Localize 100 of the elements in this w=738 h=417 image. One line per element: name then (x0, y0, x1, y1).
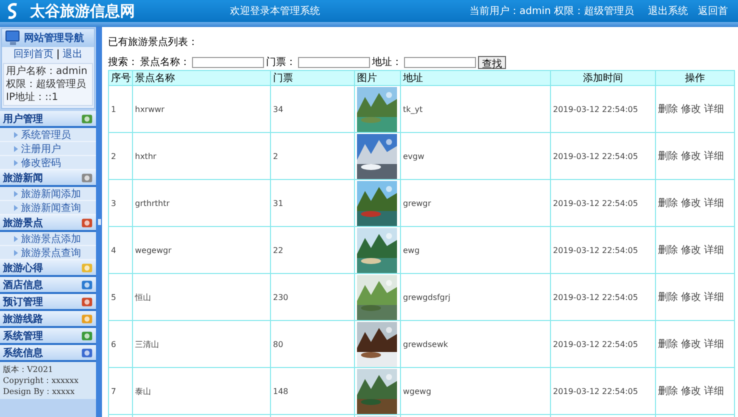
table-cell: tk_yt (400, 86, 550, 132)
footer-text: Design By：xxxxx (3, 386, 76, 397)
action-link[interactable]: 修改 (681, 290, 701, 304)
bullet-icon (14, 204, 18, 210)
bullet-icon (14, 132, 18, 138)
table-cell: 230 (270, 274, 354, 320)
emblem-icon (81, 262, 93, 274)
search-button[interactable]: 查找 (478, 56, 506, 68)
action-link[interactable]: 删除 (658, 102, 678, 116)
action-link[interactable]: 删除 (658, 196, 678, 210)
menu-item[interactable]: 旅游新闻添加 (0, 187, 96, 201)
action-link[interactable]: 删除 (658, 290, 678, 304)
emblem-icon (81, 216, 93, 228)
menu-item[interactable]: 旅游景点添加 (0, 232, 96, 246)
menu-item[interactable]: 注册用户 (0, 142, 96, 156)
table-cell: 泰山 (132, 368, 270, 414)
action-link[interactable]: 修改 (681, 384, 701, 398)
column-header: 序号 (108, 70, 132, 86)
bullet-icon (14, 146, 18, 152)
table-cell: grewgr (400, 180, 550, 226)
action-link[interactable]: 详细 (704, 243, 724, 257)
list-title: 已有旅游景点列表： (108, 36, 199, 49)
menu-section[interactable]: 系统管理 (0, 328, 96, 345)
search-label: 搜索： (108, 56, 138, 69)
table-cell: ewg (400, 226, 550, 274)
menu-section[interactable]: 酒店信息 (0, 277, 96, 294)
table-cell: 3 (108, 180, 132, 226)
footer-text: 版本：V2021 (3, 364, 54, 375)
table-cell: grewdsewk (400, 320, 550, 368)
column-header: 门票 (270, 70, 354, 86)
action-link[interactable]: 详细 (704, 337, 724, 351)
table-cell: 31 (270, 180, 354, 226)
field-label: 景点名称： (140, 56, 190, 69)
table-cell: 6 (108, 320, 132, 368)
table-cell: 4 (108, 226, 132, 274)
menu-section[interactable]: 用户管理 (0, 111, 96, 128)
emblem-icon (81, 112, 93, 124)
menu-section[interactable]: 预订管理 (0, 294, 96, 311)
action-link[interactable]: 修改 (681, 102, 701, 116)
column-header: 景点名称 (132, 70, 270, 86)
table-cell: 1 (108, 86, 132, 132)
menu-section[interactable]: 系统信息 (0, 345, 96, 362)
column-header: 图片 (354, 70, 400, 86)
table-cell: 148 (270, 368, 354, 414)
action-link[interactable]: 详细 (704, 196, 724, 210)
nav-link[interactable]: 退出 (62, 48, 83, 62)
action-link[interactable]: 修改 (681, 243, 701, 257)
table-cell: hxrwwr (132, 86, 270, 132)
menu-item[interactable]: 系统管理员 (0, 128, 96, 142)
action-link[interactable]: 详细 (704, 149, 724, 163)
current-user-text: 当前用户：admin 权限：超级管理员 (468, 4, 635, 18)
emblem-icon (81, 296, 93, 308)
splitter-handle[interactable] (98, 219, 100, 225)
menu-section[interactable]: 旅游新闻 (0, 170, 96, 187)
user-info-text: IP地址：::1 (6, 91, 60, 104)
action-link[interactable]: 详细 (704, 102, 724, 116)
action-link[interactable]: 修改 (681, 196, 701, 210)
input-field[interactable] (192, 56, 264, 68)
header-link[interactable]: 返回首 (698, 4, 728, 18)
table-cell: 2019-03-12 22:54:05 (550, 226, 656, 274)
table-cell: 2019-03-12 22:54:05 (550, 86, 656, 132)
emblem-icon (81, 346, 93, 358)
emblem-icon (81, 330, 93, 342)
table-cell: evgw (400, 132, 550, 180)
separator-text: | (56, 48, 60, 62)
menu-section[interactable]: 旅游心得 (0, 260, 96, 277)
action-link[interactable]: 删除 (658, 384, 678, 398)
table-cell: wgewg (400, 368, 550, 414)
table-cell: 恒山 (132, 274, 270, 320)
action-link[interactable]: 删除 (658, 243, 678, 257)
menu-item[interactable]: 旅游景点查询 (0, 246, 96, 260)
site-title: 太谷旅游信息网 (30, 2, 136, 20)
table-cell: 34 (270, 86, 354, 132)
header-link[interactable]: 退出系统 (648, 4, 688, 18)
action-link[interactable]: 修改 (681, 337, 701, 351)
action-link[interactable]: 详细 (704, 384, 724, 398)
action-link[interactable]: 删除 (658, 337, 678, 351)
banner-text: 网站管理导航 (24, 31, 84, 45)
input-field[interactable] (404, 56, 476, 68)
menu-section[interactable]: 旅游景点 (0, 215, 96, 232)
input-field[interactable] (298, 56, 370, 68)
emblem-icon (81, 312, 93, 324)
bullet-icon (14, 250, 18, 256)
column-header: 添加时间 (550, 70, 656, 86)
table-cell: 2019-03-12 22:54:05 (550, 132, 656, 180)
monitor-icon (4, 30, 22, 46)
user-info-text: 用户名称：admin (6, 65, 88, 78)
menu-item[interactable]: 修改密码 (0, 156, 96, 170)
table-cell: grewgdsfgrj (400, 274, 550, 320)
welcome-text: 欢迎登录本管理系统 (230, 4, 321, 18)
field-label: 地址： (372, 56, 402, 69)
action-link[interactable]: 详细 (704, 290, 724, 304)
action-link[interactable]: 删除 (658, 149, 678, 163)
menu-section[interactable]: 旅游线路 (0, 311, 96, 328)
nav-link[interactable]: 回到首页 (13, 48, 54, 62)
table-cell: 2019-03-12 22:54:05 (550, 368, 656, 414)
table-cell: grthrthtr (132, 180, 270, 226)
action-link[interactable]: 修改 (681, 149, 701, 163)
column-header: 操作 (656, 70, 734, 86)
menu-item[interactable]: 旅游新闻查询 (0, 201, 96, 215)
